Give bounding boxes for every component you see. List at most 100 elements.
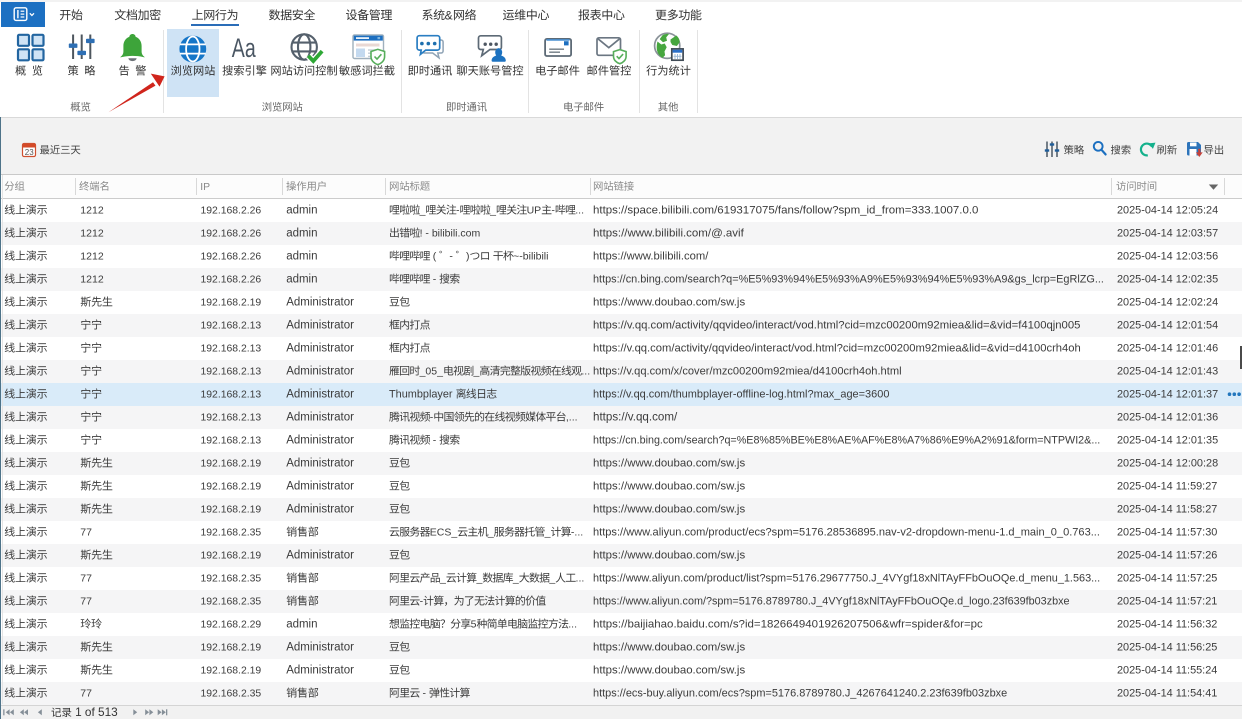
svg-text:192.168.2.19: 192.168.2.19	[201, 643, 262, 654]
svg-text:2025-04-14 11:57:25: 2025-04-14 11:57:25	[1117, 573, 1217, 585]
svg-text:-: -	[430, 412, 434, 424]
svg-text:192.168.2.35: 192.168.2.35	[201, 528, 262, 539]
svg-text:2025-04-14 12:05:24: 2025-04-14 12:05:24	[1117, 205, 1218, 217]
svg-text:https://www.aliyun.com/product: https://www.aliyun.com/product/list?spm=…	[593, 573, 1100, 585]
svg-text:): )	[466, 251, 470, 263]
svg-text:https://www.doubao.com/sw.js: https://www.doubao.com/sw.js	[593, 297, 745, 309]
svg-text:2025-04-14 12:03:57: 2025-04-14 12:03:57	[1117, 228, 1218, 240]
svg-text:2025-04-14 12:02:24: 2025-04-14 12:02:24	[1117, 297, 1218, 309]
svg-text:admin: admin	[286, 228, 317, 240]
svg-text:Administrator: Administrator	[286, 320, 354, 332]
svg-text:_: _	[487, 527, 494, 539]
svg-text:admin: admin	[286, 619, 317, 631]
svg-text:https://www.bilibili.com/: https://www.bilibili.com/	[593, 251, 709, 263]
svg-text:https://www.doubao.com/sw.js: https://www.doubao.com/sw.js	[593, 550, 745, 562]
svg-text:-: -	[423, 688, 427, 700]
svg-text:UP: UP	[527, 205, 542, 217]
svg-text:IP: IP	[200, 182, 210, 193]
svg-text:_: _	[548, 573, 555, 585]
svg-text:2025-04-14 11:54:41: 2025-04-14 11:54:41	[1117, 688, 1217, 700]
svg-text:-: -	[433, 274, 437, 286]
svg-text:-: -	[551, 205, 555, 217]
svg-text:&: &	[445, 8, 453, 22]
svg-text:Administrator: Administrator	[286, 366, 354, 378]
svg-text:Administrator: Administrator	[286, 550, 354, 562]
svg-text:2025-04-14 12:01:37: 2025-04-14 12:01:37	[1117, 389, 1218, 401]
svg-text:192.168.2.19: 192.168.2.19	[201, 551, 262, 562]
svg-text:1212: 1212	[80, 228, 104, 240]
svg-text:2025-04-14 11:57:21: 2025-04-14 11:57:21	[1117, 596, 1217, 608]
svg-text:Administrator: Administrator	[286, 481, 354, 493]
svg-text:https://www.doubao.com/sw.js: https://www.doubao.com/sw.js	[593, 504, 745, 516]
svg-text:Administrator: Administrator	[286, 435, 354, 447]
svg-text:https://cn.bing.com/search?q=%: https://cn.bing.com/search?q=%E8%85%BE%E…	[593, 435, 1100, 447]
svg-text:192.168.2.13: 192.168.2.13	[201, 436, 262, 447]
svg-text:1212: 1212	[80, 205, 104, 217]
svg-text:(: (	[433, 251, 437, 263]
svg-text:2025-04-14 12:03:56: 2025-04-14 12:03:56	[1117, 251, 1218, 263]
svg-text:_05_: _05_	[419, 366, 444, 378]
svg-text:https://www.doubao.com/sw.js: https://www.doubao.com/sw.js	[593, 458, 745, 470]
svg-text:2025-04-14 11:56:32: 2025-04-14 11:56:32	[1117, 619, 1217, 631]
svg-text:https://v.qq.com/: https://v.qq.com/	[593, 411, 678, 424]
svg-text:_: _	[419, 205, 426, 217]
svg-text:https://cn.bing.com/search?q=%: https://cn.bing.com/search?q=%E5%93%94%E…	[593, 274, 1104, 286]
svg-text:2025-04-14 12:01:54: 2025-04-14 12:01:54	[1117, 320, 1218, 332]
svg-text:_: _	[544, 527, 551, 539]
svg-text:https://space.bilibili.com/619: https://space.bilibili.com/619317075/fan…	[593, 205, 978, 217]
svg-text:192.168.2.13: 192.168.2.13	[201, 321, 262, 332]
svg-text:Aa: Aa	[232, 34, 257, 64]
svg-text:192.168.2.35: 192.168.2.35	[201, 574, 262, 585]
svg-text:2025-04-14 11:57:26: 2025-04-14 11:57:26	[1117, 550, 1217, 562]
svg-text:192.168.2.19: 192.168.2.19	[201, 666, 262, 677]
svg-text:...: ...	[568, 619, 577, 631]
svg-text:Administrator: Administrator	[286, 389, 354, 401]
svg-text:2025-04-14 12:01:46: 2025-04-14 12:01:46	[1117, 343, 1218, 355]
svg-text:admin: admin	[286, 251, 317, 263]
svg-text:...: ...	[575, 205, 584, 217]
svg-text:...: ...	[576, 573, 585, 585]
svg-text:77: 77	[80, 688, 92, 700]
svg-text:-...: -...	[571, 527, 583, 539]
svg-text:https://www.bilibili.com/@.avi: https://www.bilibili.com/@.avif	[593, 228, 745, 240]
svg-text:2025-04-14 12:02:35: 2025-04-14 12:02:35	[1117, 274, 1218, 286]
svg-text:192.168.2.26: 192.168.2.26	[201, 275, 262, 286]
svg-text:2025-04-14 11:57:30: 2025-04-14 11:57:30	[1117, 527, 1217, 539]
svg-text:2025-04-14 11:56:25: 2025-04-14 11:56:25	[1117, 642, 1217, 654]
svg-text:2025-04-14 11:55:24: 2025-04-14 11:55:24	[1117, 665, 1217, 677]
svg-text:2025-04-14 12:01:35: 2025-04-14 12:01:35	[1117, 435, 1218, 447]
svg-text:192.168.2.13: 192.168.2.13	[201, 390, 262, 401]
svg-text:_: _	[512, 573, 519, 585]
svg-text:5: 5	[471, 619, 477, 631]
svg-text:192.168.2.26: 192.168.2.26	[201, 206, 262, 217]
svg-text:23: 23	[25, 148, 34, 157]
svg-text:https://www.aliyun.com/product: https://www.aliyun.com/product/ecs?spm=5…	[593, 527, 1100, 539]
svg-text:192.168.2.19: 192.168.2.19	[201, 459, 262, 470]
svg-text:192.168.2.19: 192.168.2.19	[201, 298, 262, 309]
svg-text:https://baijiahao.baidu.com/s?: https://baijiahao.baidu.com/s?id=1826649…	[593, 619, 983, 631]
svg-text:https://v.qq.com/activity/qqvi: https://v.qq.com/activity/qqvideo/intera…	[593, 343, 1081, 355]
svg-text:_: _	[489, 205, 496, 217]
svg-text:1212: 1212	[80, 274, 104, 286]
svg-text:-: -	[449, 251, 453, 263]
svg-text:192.168.2.35: 192.168.2.35	[201, 689, 262, 700]
svg-text:https://v.qq.com/activity/qqvi: https://v.qq.com/activity/qqvideo/intera…	[593, 320, 1080, 332]
svg-text:Administrator: Administrator	[286, 458, 354, 470]
svg-text:192.168.2.29: 192.168.2.29	[201, 620, 262, 631]
svg-text:Administrator: Administrator	[286, 665, 354, 677]
svg-text:~-bilibili: ~-bilibili	[513, 251, 548, 263]
svg-text:192.168.2.13: 192.168.2.13	[201, 413, 262, 424]
svg-text:2025-04-14 12:01:43: 2025-04-14 12:01:43	[1117, 366, 1218, 378]
svg-text:https://www.aliyun.com/?spm=51: https://www.aliyun.com/?spm=5176.8789780…	[593, 596, 1070, 608]
svg-text:! - bilibili.com: ! - bilibili.com	[420, 228, 481, 240]
svg-text:Administrator: Administrator	[286, 343, 354, 355]
svg-text:https://v.qq.com/x/cover/mzc00: https://v.qq.com/x/cover/mzc00200m92miea…	[593, 366, 902, 378]
svg-text:https://ecs-buy.aliyun.com/ecs: https://ecs-buy.aliyun.com/ecs?spm=5176.…	[593, 688, 1007, 700]
svg-text:2025-04-14 11:58:27: 2025-04-14 11:58:27	[1117, 504, 1217, 516]
svg-text:77: 77	[80, 527, 92, 539]
svg-text:1212: 1212	[80, 251, 104, 263]
svg-text:https://www.doubao.com/sw.js: https://www.doubao.com/sw.js	[593, 481, 745, 493]
svg-text:Administrator: Administrator	[286, 504, 354, 516]
svg-text:192.168.2.19: 192.168.2.19	[201, 482, 262, 493]
svg-text:_: _	[475, 573, 482, 585]
